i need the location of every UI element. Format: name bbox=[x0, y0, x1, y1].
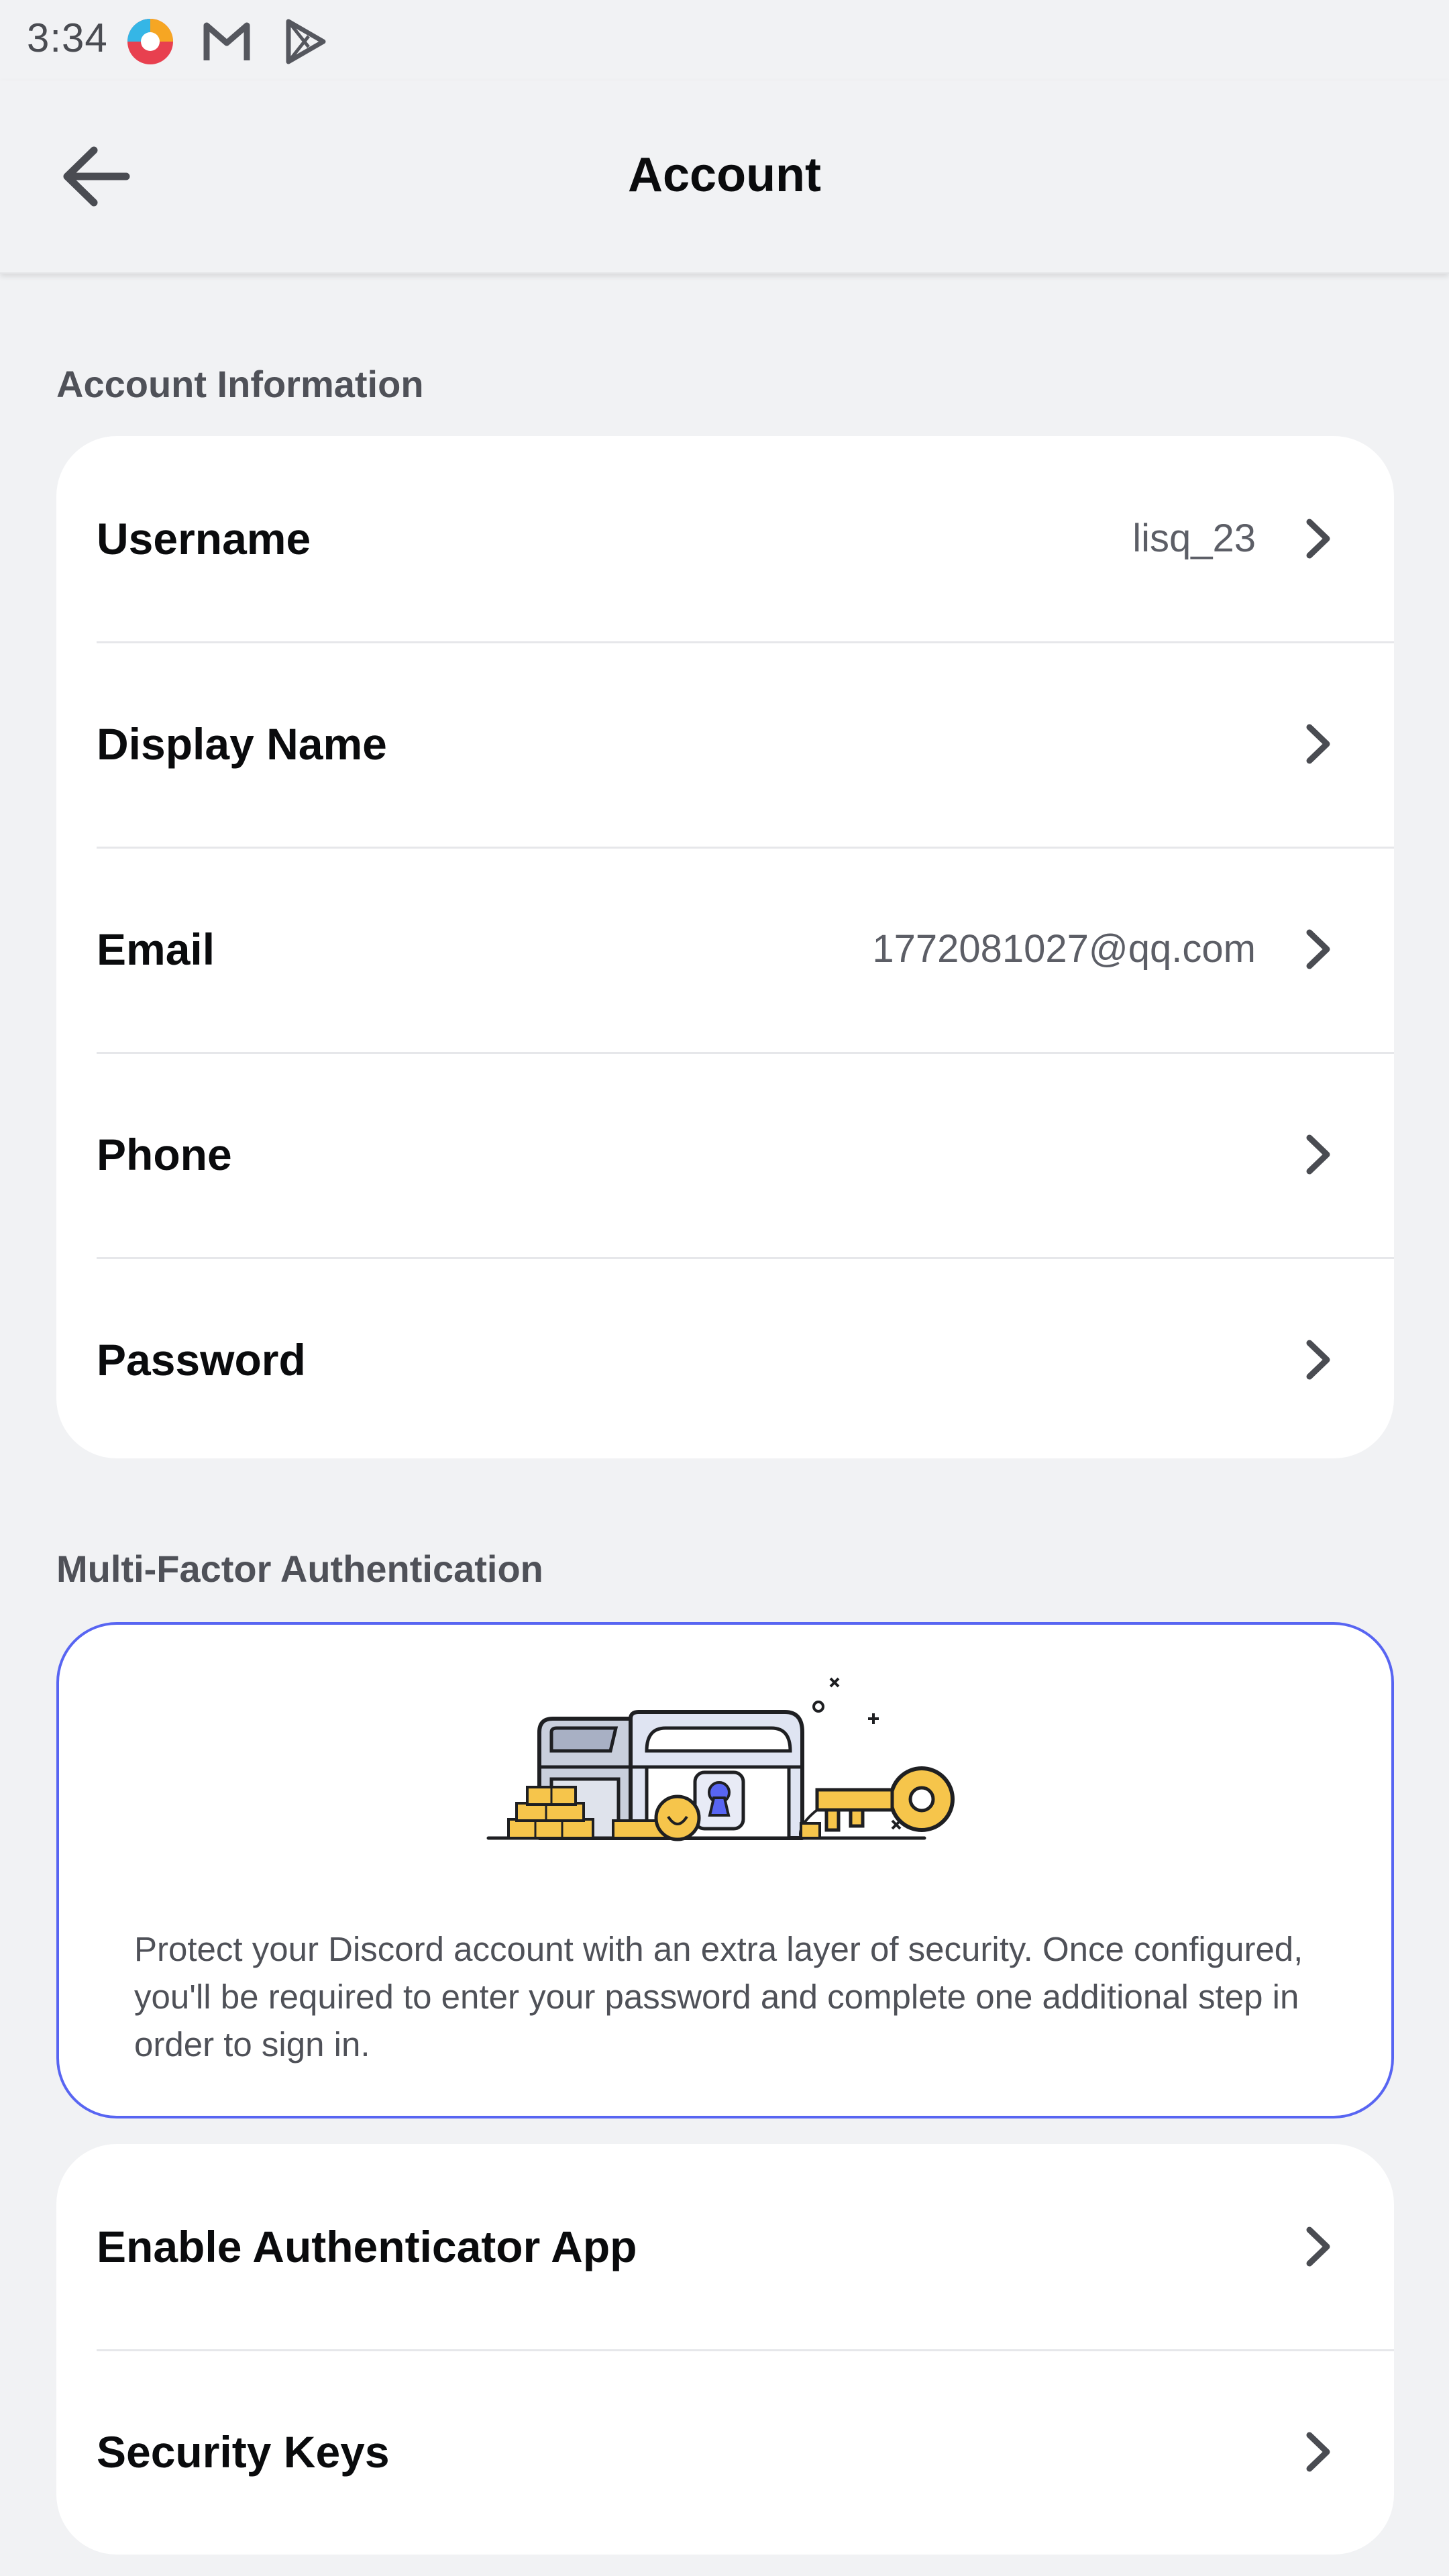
row-value: 1772081027@qq.com bbox=[872, 927, 1256, 971]
row-label: Phone bbox=[97, 1130, 232, 1179]
account-info-card: Username lisq_23 Display Name Email 1772… bbox=[56, 436, 1394, 1458]
chevron-right-icon bbox=[1306, 2432, 1330, 2472]
row-label: Email bbox=[97, 924, 215, 974]
row-security-keys[interactable]: Security Keys bbox=[56, 2349, 1394, 2555]
row-password[interactable]: Password bbox=[56, 1257, 1394, 1458]
chevron-right-icon bbox=[1306, 724, 1330, 764]
row-label: Username bbox=[97, 514, 311, 564]
chevron-right-icon bbox=[1306, 1340, 1330, 1380]
row-value: lisq_23 bbox=[1132, 517, 1256, 560]
play-store-icon bbox=[286, 19, 326, 64]
mfa-options-card: Enable Authenticator App Security Keys bbox=[56, 2144, 1394, 2555]
row-username[interactable]: Username lisq_23 bbox=[56, 436, 1394, 641]
row-phone[interactable]: Phone bbox=[56, 1052, 1394, 1257]
row-label: Display Name bbox=[97, 719, 387, 769]
status-time: 3:34 bbox=[27, 15, 108, 60]
row-enable-authenticator-app[interactable]: Enable Authenticator App bbox=[56, 2144, 1394, 2349]
mfa-description: Protect your Discord account with an ext… bbox=[134, 1930, 1303, 2063]
row-display-name[interactable]: Display Name bbox=[56, 641, 1394, 847]
page-title: Account bbox=[628, 148, 821, 202]
chevron-right-icon bbox=[1306, 1134, 1330, 1175]
mfa-info-card: Protect your Discord account with an ext… bbox=[56, 1622, 1394, 2118]
colorful-app-icon bbox=[127, 19, 173, 64]
chevron-right-icon bbox=[1306, 2226, 1330, 2267]
section-label-account-information: Account Information bbox=[56, 363, 424, 405]
chevron-right-icon bbox=[1306, 519, 1330, 559]
treasure-chest-key-illustration bbox=[486, 1677, 955, 1841]
row-label: Password bbox=[97, 1335, 306, 1385]
row-label: Enable Authenticator App bbox=[97, 2222, 637, 2271]
row-email[interactable]: Email 1772081027@qq.com bbox=[56, 847, 1394, 1052]
row-label: Security Keys bbox=[97, 2427, 390, 2477]
section-label-multi-factor-authentication: Multi-Factor Authentication bbox=[56, 1548, 543, 1590]
chevron-right-icon bbox=[1306, 929, 1330, 969]
status-bar: 3:34 bbox=[0, 0, 1449, 80]
app-header: Account bbox=[0, 80, 1449, 274]
gmail-icon bbox=[203, 22, 250, 60]
